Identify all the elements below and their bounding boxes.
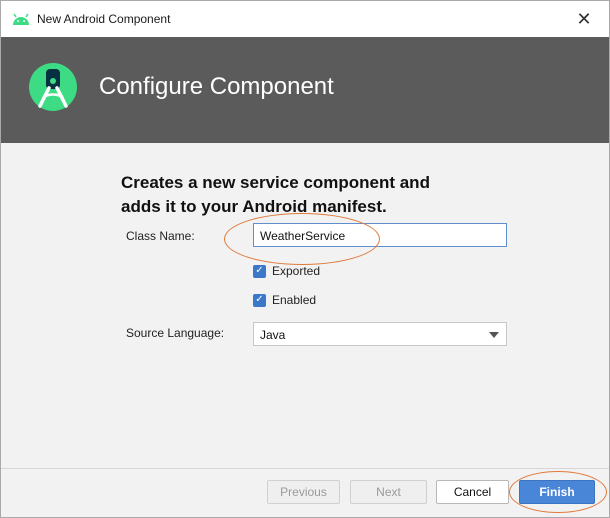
- heading-line-1: Creates a new service component and: [121, 173, 430, 192]
- cancel-button[interactable]: Cancel: [436, 480, 509, 504]
- description-heading: Creates a new service component and adds…: [121, 171, 501, 219]
- form-area: Creates a new service component and adds…: [1, 143, 609, 468]
- header-banner: Configure Component: [1, 37, 609, 143]
- previous-button[interactable]: Previous: [267, 480, 340, 504]
- exported-label: Exported: [272, 264, 321, 278]
- exported-checkbox-row[interactable]: ✓ Exported: [253, 264, 320, 278]
- heading-line-2: adds it to your Android manifest.: [121, 197, 387, 216]
- finish-button[interactable]: Finish: [519, 480, 595, 504]
- footer-divider: [1, 468, 609, 469]
- class-name-input[interactable]: WeatherService: [253, 223, 507, 247]
- enabled-label: Enabled: [272, 293, 317, 307]
- class-name-label: Class Name:: [126, 229, 195, 243]
- banner-title: Configure Component: [99, 73, 334, 100]
- close-button[interactable]: ✕: [561, 1, 607, 37]
- enabled-checkbox-row[interactable]: ✓ Enabled: [253, 293, 316, 307]
- dialog-window: New Android Component ✕ Configure Compon…: [0, 0, 610, 518]
- close-icon: ✕: [576, 8, 592, 29]
- android-studio-icon: [29, 63, 77, 111]
- title-bar: New Android Component ✕: [1, 1, 609, 37]
- window-title: New Android Component: [37, 12, 171, 26]
- source-language-label: Source Language:: [126, 326, 225, 340]
- source-language-select[interactable]: Java: [253, 322, 507, 346]
- enabled-checkbox[interactable]: ✓: [253, 293, 266, 307]
- exported-checkbox[interactable]: ✓: [253, 264, 266, 278]
- android-icon: [13, 13, 29, 25]
- next-button[interactable]: Next: [350, 480, 427, 504]
- chevron-down-icon: [489, 332, 499, 338]
- source-language-value: Java: [260, 328, 286, 342]
